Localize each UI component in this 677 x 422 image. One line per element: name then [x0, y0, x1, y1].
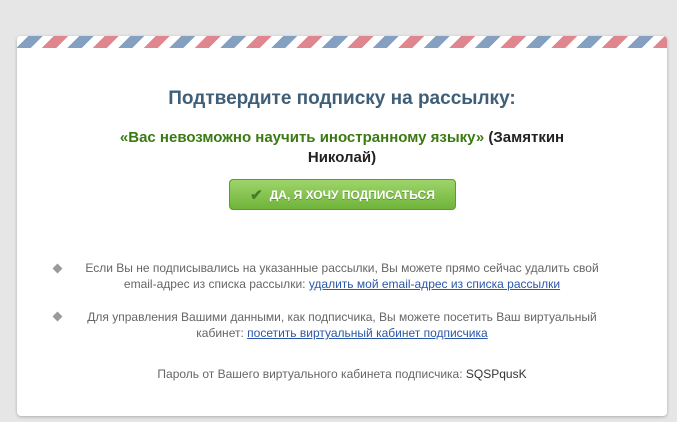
confirm-subscription-button[interactable]: ✔ ДА, Я ХОЧУ ПОДПИСАТЬСЯ: [229, 179, 456, 210]
check-icon: ✔: [250, 186, 263, 204]
unsubscribe-paragraph: Если Вы не подписывались на указанные ра…: [72, 260, 612, 292]
diamond-bullet-icon: [52, 263, 63, 274]
unsubscribe-link[interactable]: удалить мой email-адрес из списка рассыл…: [309, 277, 560, 291]
cabinet-paragraph: Для управления Вашими данными, как подпи…: [87, 309, 597, 341]
password-label: Пароль от Вашего виртуального кабинета п…: [157, 367, 463, 381]
diamond-bullet-icon: [52, 311, 63, 322]
subscription-card: Подтвердите подписку на рассылку: «Вас н…: [17, 36, 667, 416]
password-value: SQSPqusK: [465, 367, 527, 381]
mailing-list-name: «Вас невозможно научить иностранному язы…: [119, 129, 485, 146]
confirm-subscription-label: ДА, Я ХОЧУ ПОДПИСАТЬСЯ: [269, 187, 435, 202]
cabinet-link[interactable]: посетить виртуальный кабинет подписчика: [247, 326, 488, 340]
airmail-border: [17, 36, 667, 48]
mailing-list-title: «Вас невозможно научить иностранному язы…: [107, 128, 577, 168]
page-title: Подтвердите подписку на рассылку:: [168, 88, 516, 109]
password-line: Пароль от Вашего виртуального кабинета п…: [17, 366, 667, 382]
